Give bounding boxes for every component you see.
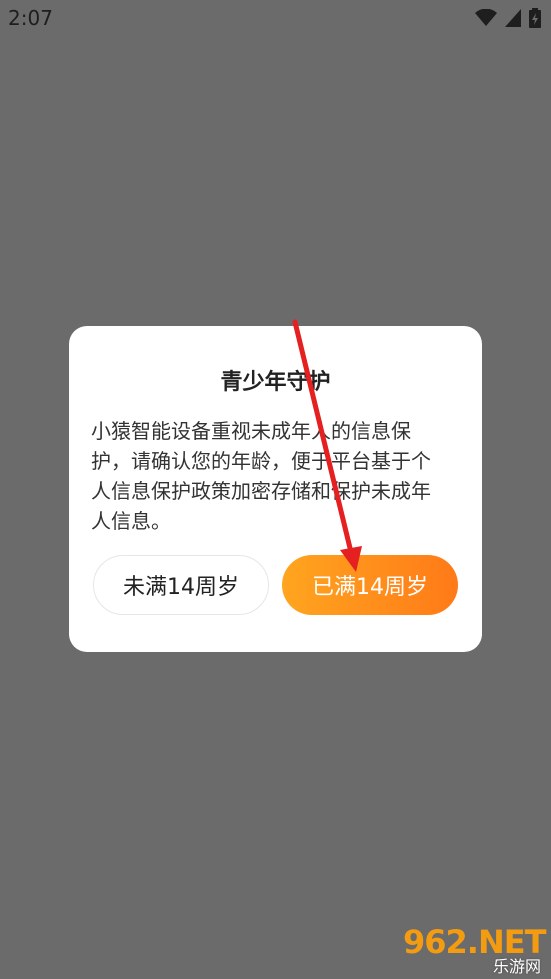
wifi-icon [475,9,497,27]
status-time: 2:07 [8,6,53,30]
dialog-message: 小猿智能设备重视未成年人的信息保 护，请确认您的年龄，便于平台基于个 人信息保护… [91,419,431,533]
battery-icon [529,8,541,28]
status-bar: 2:07 [0,0,551,36]
watermark-subtitle: 乐游网 [492,957,541,976]
age-verification-dialog: 青少年守护 小猿智能设备重视未成年人的信息保 护，请确认您的年龄，便于平台基于个… [69,326,482,652]
cellular-signal-icon [505,9,521,27]
under-14-button[interactable]: 未满14周岁 [93,555,269,615]
site-watermark: 962.NET 乐游网 [403,923,546,976]
over-14-button[interactable]: 已满14周岁 [282,555,458,615]
status-icons [475,8,541,28]
dialog-title: 青少年守护 [220,370,331,395]
